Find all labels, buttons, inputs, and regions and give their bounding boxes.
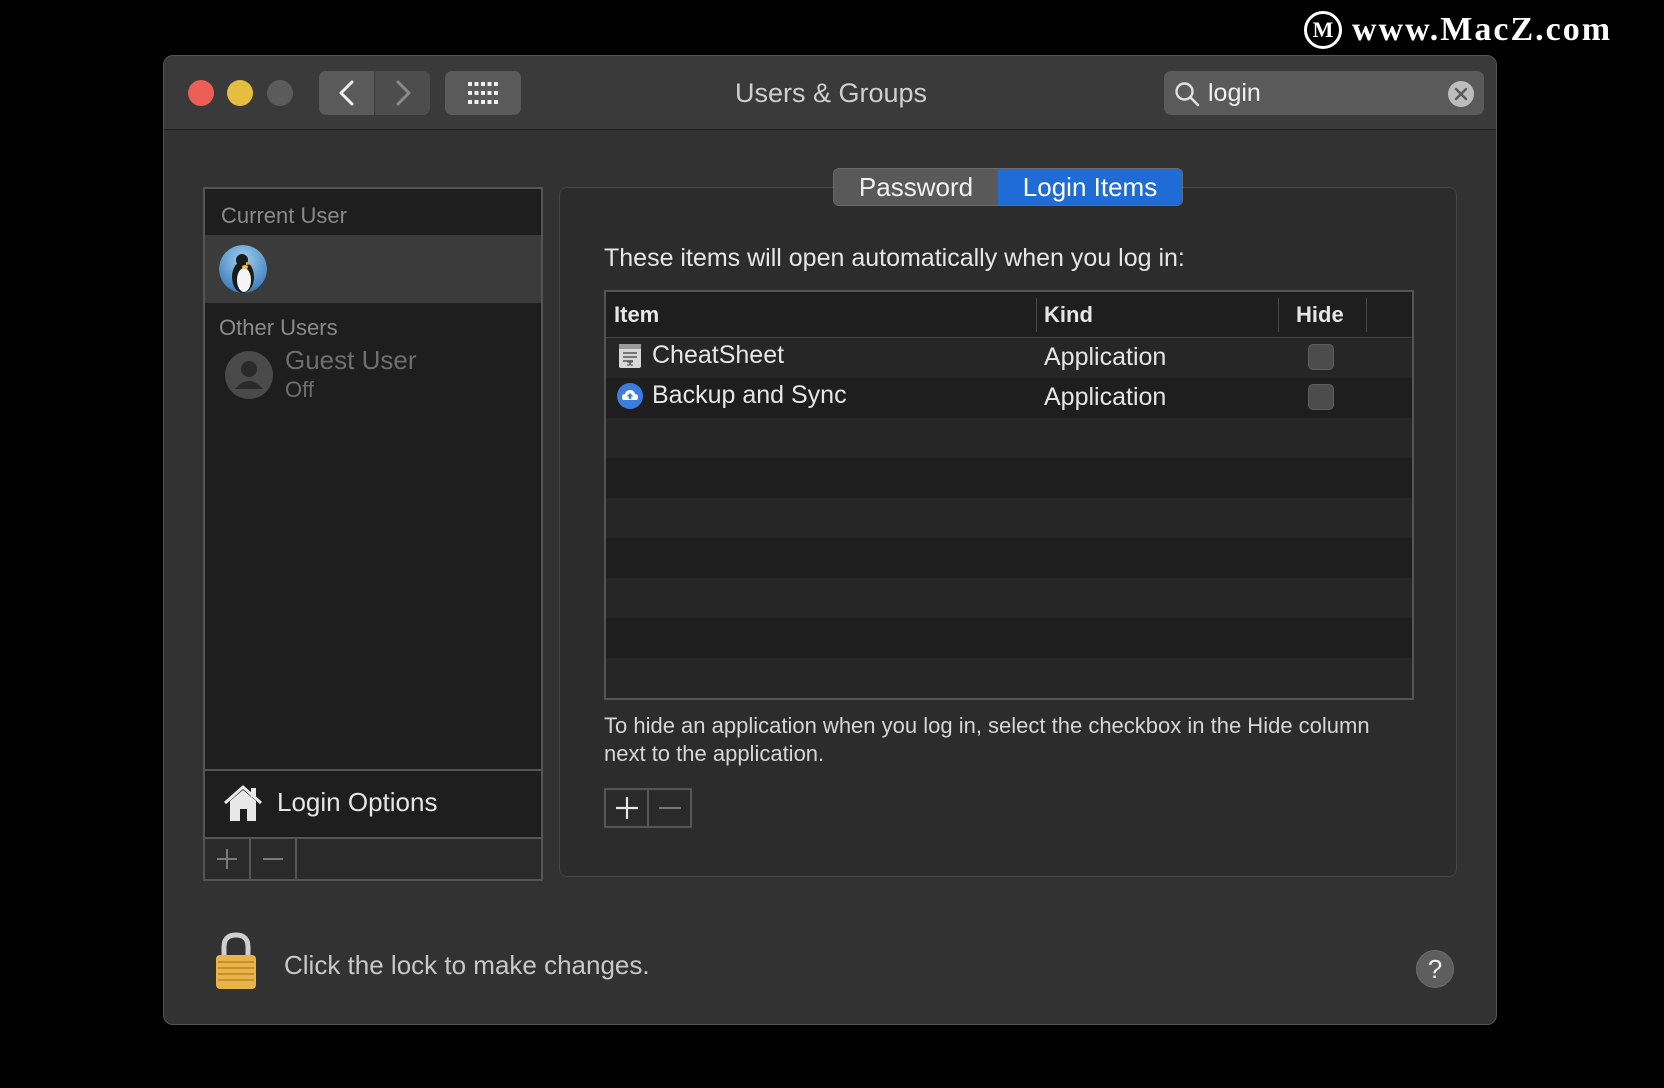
remove-user-button[interactable] xyxy=(251,839,297,879)
column-separator xyxy=(1036,298,1037,332)
current-user-row[interactable] xyxy=(205,235,541,301)
tab-login-items[interactable]: Login Items xyxy=(998,169,1182,205)
penguin-avatar xyxy=(219,245,267,293)
macz-logo-icon: M xyxy=(1304,11,1342,49)
help-button[interactable]: ? xyxy=(1416,950,1454,988)
item-name: Backup and Sync xyxy=(652,381,847,409)
login-options-label: Login Options xyxy=(277,787,438,817)
login-items-intro: These items will open automatically when… xyxy=(604,244,1185,272)
column-header-kind[interactable]: Kind xyxy=(1044,302,1093,328)
add-login-item-button[interactable] xyxy=(606,790,647,826)
close-icon xyxy=(1454,87,1468,101)
table-row[interactable]: ⌘ CheatSheet Application xyxy=(606,338,1412,378)
guest-user-row[interactable]: Guest User Off xyxy=(205,345,541,411)
login-items-buttons xyxy=(604,788,692,828)
minus-icon xyxy=(263,858,283,860)
empty-row xyxy=(606,458,1412,498)
add-user-button[interactable] xyxy=(205,839,251,879)
plus-icon xyxy=(217,849,237,869)
empty-row xyxy=(606,578,1412,618)
tab-password[interactable]: Password xyxy=(834,169,998,205)
preferences-window: Users & Groups Current User xyxy=(163,55,1497,1025)
empty-row xyxy=(606,658,1412,698)
current-user-heading: Current User xyxy=(221,203,347,228)
plus-icon xyxy=(615,797,638,819)
lock-button[interactable] xyxy=(212,931,260,996)
login-items-pane: These items will open automatically when… xyxy=(559,187,1457,877)
hide-checkbox[interactable] xyxy=(1308,344,1334,370)
svg-text:⌘: ⌘ xyxy=(627,360,634,368)
title-bar: Users & Groups xyxy=(164,56,1496,130)
tab-bar: Password Login Items xyxy=(833,168,1183,206)
column-header-item[interactable]: Item xyxy=(614,302,659,328)
lock-icon xyxy=(216,932,256,989)
house-icon xyxy=(224,785,262,821)
empty-row xyxy=(606,538,1412,578)
watermark-text: www.MacZ.com xyxy=(1352,11,1613,48)
hide-checkbox[interactable] xyxy=(1308,384,1334,410)
column-separator xyxy=(1278,298,1279,332)
users-list-panel: Current User Other Users Guest User Off … xyxy=(203,187,543,881)
lock-message: Click the lock to make changes. xyxy=(284,950,650,980)
backup-sync-app-icon xyxy=(617,382,643,409)
column-separator xyxy=(1366,298,1367,332)
sidebar-divider xyxy=(205,301,541,303)
clear-search-button[interactable] xyxy=(1448,81,1474,107)
guest-user-status: Off xyxy=(285,377,314,402)
minus-icon xyxy=(658,807,681,809)
empty-row xyxy=(606,498,1412,538)
login-items-table[interactable]: Item Kind Hide ⌘ CheatSheet Application … xyxy=(604,290,1414,700)
other-users-heading: Other Users xyxy=(219,315,338,340)
guest-avatar xyxy=(225,351,273,399)
guest-user-name: Guest User xyxy=(285,345,417,375)
search-field[interactable] xyxy=(1164,71,1484,115)
users-list-footer xyxy=(205,837,541,879)
watermark: M www.MacZ.com xyxy=(1304,6,1612,54)
penguin-avatar-icon xyxy=(219,245,267,293)
item-cell: Backup and Sync xyxy=(616,381,847,410)
column-header-hide[interactable]: Hide xyxy=(1296,302,1344,328)
login-options-item[interactable]: Login Options xyxy=(205,769,541,837)
kind-cell: Application xyxy=(1044,383,1167,411)
empty-row xyxy=(606,418,1412,458)
person-icon xyxy=(235,361,263,389)
item-name: CheatSheet xyxy=(652,341,785,369)
remove-login-item-button[interactable] xyxy=(647,790,690,826)
table-header: Item Kind Hide xyxy=(606,292,1412,338)
hide-hint-text: To hide an application when you log in, … xyxy=(604,713,1370,766)
item-cell: ⌘ CheatSheet xyxy=(616,341,784,370)
search-input[interactable] xyxy=(1208,75,1438,111)
kind-cell: Application xyxy=(1044,343,1167,371)
table-row[interactable]: Backup and Sync Application xyxy=(606,378,1412,418)
cheatsheet-app-icon: ⌘ xyxy=(619,343,641,368)
search-icon xyxy=(1175,82,1200,107)
empty-row xyxy=(606,618,1412,658)
